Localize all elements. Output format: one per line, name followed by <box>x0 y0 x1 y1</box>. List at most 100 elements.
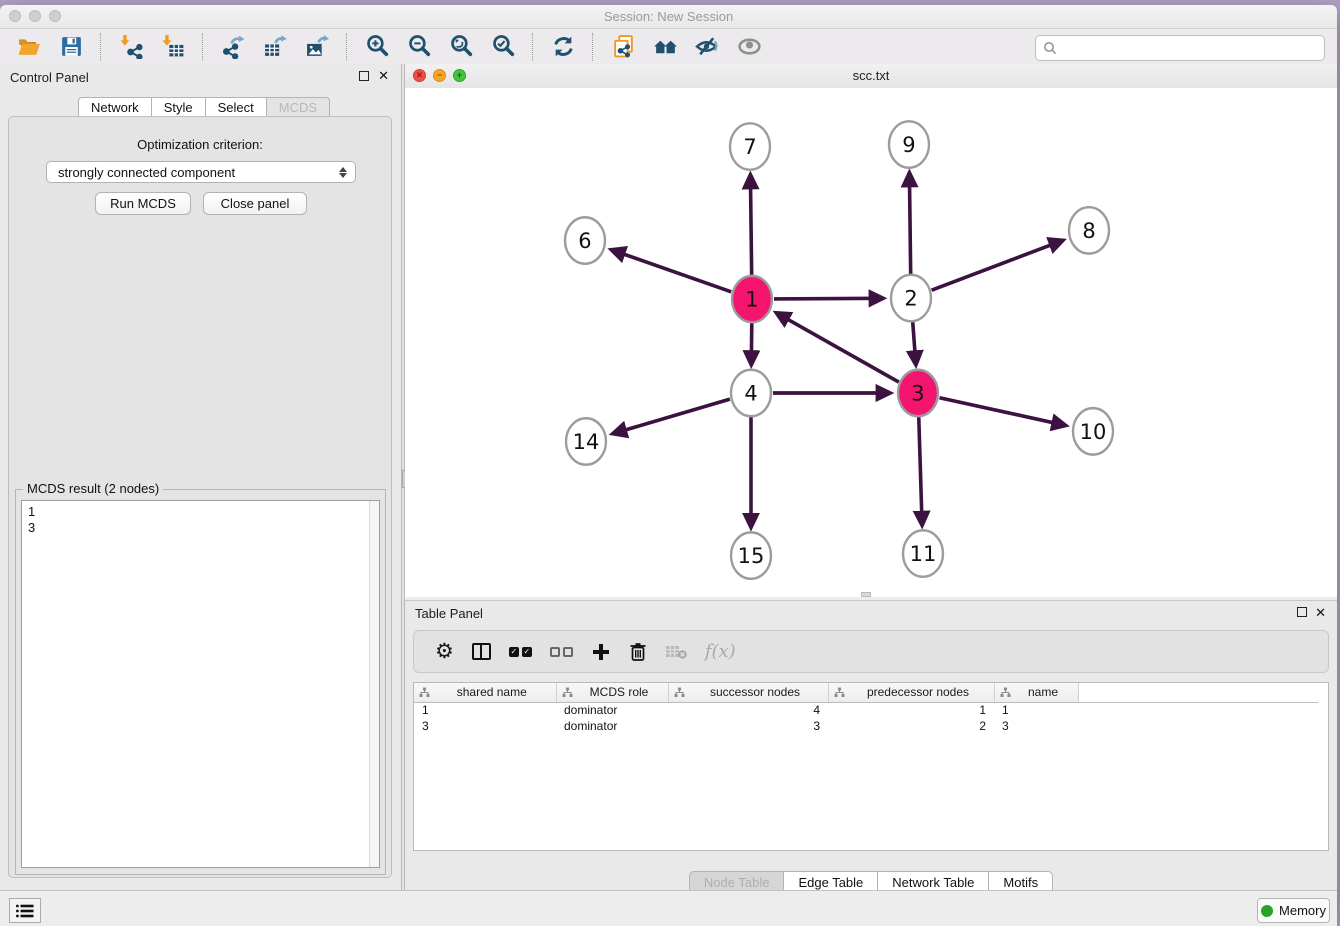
svg-text:3: 3 <box>911 381 924 406</box>
add-column-icon[interactable] <box>591 639 611 665</box>
status-bar: Memory <box>0 890 1337 926</box>
graph-node-4[interactable]: 4 <box>731 370 771 416</box>
memory-button[interactable]: Memory <box>1257 898 1330 923</box>
cell-successor-nodes[interactable]: 4 <box>668 702 828 718</box>
tab-network[interactable]: Network <box>78 97 151 118</box>
hide-graphics-details-button[interactable] <box>692 32 722 62</box>
graph-node-9[interactable]: 9 <box>889 121 929 167</box>
split-columns-icon[interactable] <box>472 639 491 665</box>
cell-successor-nodes[interactable]: 3 <box>668 718 828 734</box>
control-panel-float-icon[interactable] <box>359 71 369 81</box>
graph-edge-2-8[interactable] <box>932 240 1063 290</box>
network-window-titlebar: ✕ − + scc.txt <box>405 64 1337 89</box>
cell-MCDS-role[interactable]: dominator <box>556 702 668 718</box>
column-header-predecessor-nodes[interactable]: predecessor nodes <box>828 683 994 702</box>
graph-edge-3-10[interactable] <box>940 398 1066 426</box>
select-all-checkboxes-icon[interactable]: ✓✓ <box>509 639 532 665</box>
open-session-button[interactable] <box>14 32 44 62</box>
column-header-shared-name[interactable]: shared name <box>414 683 556 702</box>
search-box[interactable] <box>1035 35 1325 61</box>
mcds-result-group: MCDS result (2 nodes) 1 3 <box>15 489 386 875</box>
clear-selection-checkboxes-icon[interactable] <box>550 639 573 665</box>
graph-edge-4-14[interactable] <box>613 399 730 433</box>
cell-predecessor-nodes[interactable]: 2 <box>828 718 994 734</box>
import-table-button[interactable] <box>158 32 188 62</box>
zoom-out-button[interactable] <box>404 32 434 62</box>
column-header-successor-nodes[interactable]: successor nodes <box>668 683 828 702</box>
column-type-icon <box>1000 687 1011 698</box>
graph-edge-1-6[interactable] <box>612 250 732 292</box>
graph-node-11[interactable]: 11 <box>903 530 943 576</box>
delete-columns-trash-icon[interactable] <box>629 639 647 665</box>
first-neighbors-button[interactable] <box>650 32 680 62</box>
graph-edge-1-2[interactable] <box>774 298 883 299</box>
network-canvas[interactable]: 1 2 3 4 6 7 8 9 10 11 14 15 <box>405 88 1337 597</box>
toolbar-separator <box>592 33 594 61</box>
svg-text:6: 6 <box>578 228 591 253</box>
cell-name[interactable]: 3 <box>994 718 1078 734</box>
graph-node-10[interactable]: 10 <box>1073 408 1113 454</box>
tab-style[interactable]: Style <box>151 97 205 118</box>
zoom-in-button[interactable] <box>362 32 392 62</box>
column-header-name[interactable]: name <box>994 683 1078 702</box>
gear-icon[interactable]: ⚙ <box>435 639 454 665</box>
run-mcds-button[interactable]: Run MCDS <box>95 192 191 215</box>
apply-layout-button[interactable] <box>548 32 578 62</box>
export-network-button[interactable] <box>218 32 248 62</box>
main-toolbar <box>0 29 1337 65</box>
cell-shared-name[interactable]: 1 <box>414 702 556 718</box>
optimization-select[interactable]: strongly connected component <box>46 161 356 183</box>
table-panel-float-icon[interactable] <box>1297 607 1307 617</box>
graph-node-1[interactable]: 1 <box>732 276 772 322</box>
cell-MCDS-role[interactable]: dominator <box>556 718 668 734</box>
memory-status-dot <box>1261 905 1273 917</box>
show-graphics-eye-button[interactable] <box>734 32 764 62</box>
table-panel-close-icon[interactable]: ✕ <box>1315 605 1326 621</box>
import-network-button[interactable] <box>116 32 146 62</box>
export-table-button[interactable] <box>260 32 290 62</box>
function-builder-icon[interactable]: f(x) <box>705 639 736 665</box>
zoom-selected-button[interactable] <box>488 32 518 62</box>
optimization-select-value: strongly connected component <box>47 165 336 180</box>
graph-edge-3-11[interactable] <box>919 415 922 525</box>
tab-mcds[interactable]: MCDS <box>266 97 330 118</box>
graph-edge-1-7[interactable] <box>750 175 751 277</box>
graph-node-15[interactable]: 15 <box>731 532 771 578</box>
graph-edge-2-3[interactable] <box>913 320 916 365</box>
graph-node-7[interactable]: 7 <box>730 123 770 169</box>
tab-select[interactable]: Select <box>205 97 266 118</box>
horizontal-splitter-grip[interactable] <box>861 592 871 597</box>
network-graph: 1 2 3 4 6 7 8 9 10 11 14 15 <box>405 88 1337 597</box>
export-image-button[interactable] <box>302 32 332 62</box>
graph-node-8[interactable]: 8 <box>1069 207 1109 253</box>
table-row[interactable]: 1dominator411 <box>414 702 1318 718</box>
graph-edge-2-9[interactable] <box>909 173 910 276</box>
graph-node-6[interactable]: 6 <box>565 217 605 263</box>
close-panel-button[interactable]: Close panel <box>203 192 307 215</box>
save-session-button[interactable] <box>56 32 86 62</box>
graph-edge-3-1[interactable] <box>776 313 898 382</box>
duplicate-network-button[interactable] <box>608 32 638 62</box>
zoom-fit-icon <box>449 34 474 59</box>
graph-edge-1-4[interactable] <box>751 321 752 364</box>
cell-name[interactable]: 1 <box>994 702 1078 718</box>
graph-node-14[interactable]: 14 <box>566 418 606 464</box>
delete-table-icon[interactable] <box>665 639 687 665</box>
svg-text:10: 10 <box>1080 419 1107 444</box>
task-history-button[interactable] <box>9 898 41 923</box>
mcds-result-text[interactable]: 1 3 <box>21 500 380 868</box>
graph-node-3[interactable]: 3 <box>898 370 938 416</box>
zoom-fit-button[interactable] <box>446 32 476 62</box>
zoom-out-icon <box>407 34 432 59</box>
svg-text:9: 9 <box>902 132 915 157</box>
search-input[interactable] <box>1057 38 1324 58</box>
column-type-icon <box>834 687 845 698</box>
cell-predecessor-nodes[interactable]: 1 <box>828 702 994 718</box>
cell-shared-name[interactable]: 3 <box>414 718 556 734</box>
control-panel-close-icon[interactable]: ✕ <box>378 68 389 84</box>
graph-node-2[interactable]: 2 <box>891 275 931 321</box>
result-scrollbar[interactable] <box>369 501 379 867</box>
column-header-MCDS-role[interactable]: MCDS role <box>556 683 668 702</box>
table-row[interactable]: 3dominator323 <box>414 718 1318 734</box>
toolbar-separator <box>532 33 534 61</box>
